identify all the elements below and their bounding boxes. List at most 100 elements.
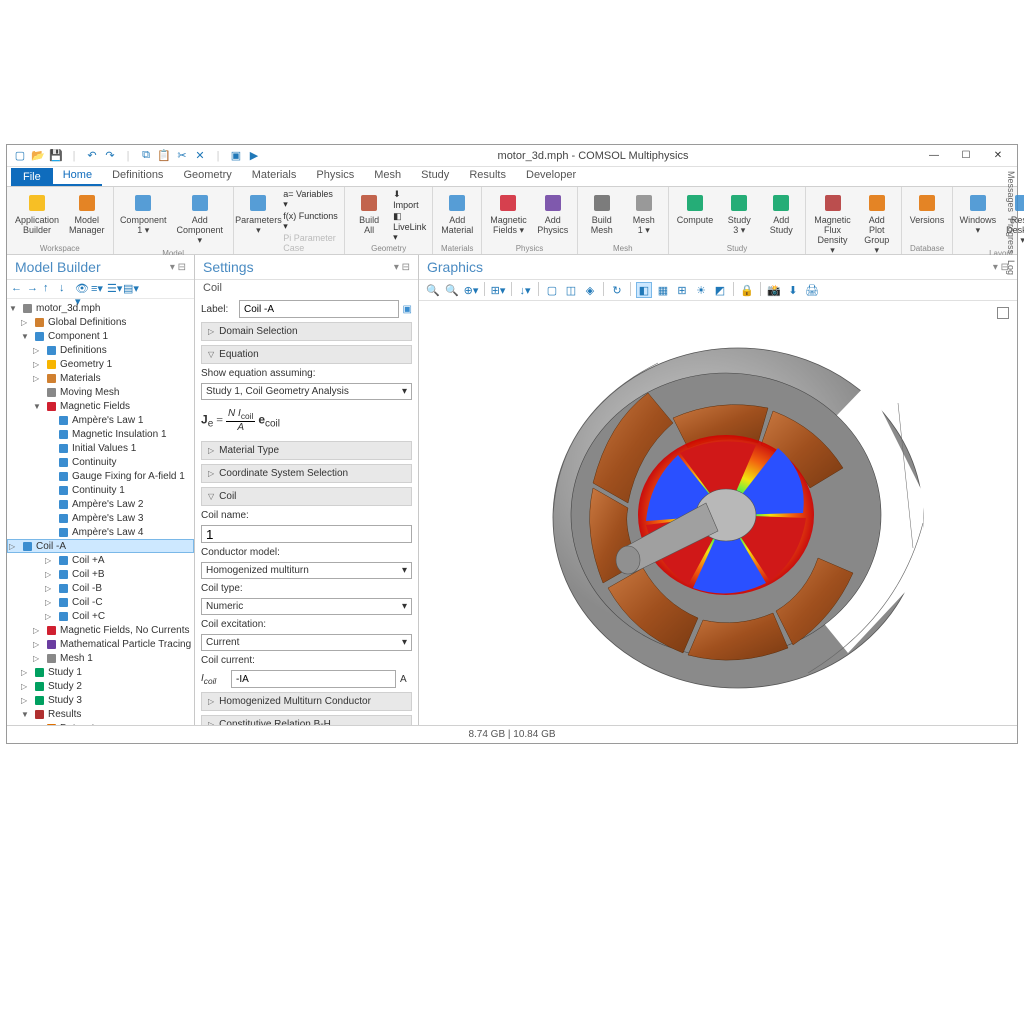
expand-icon[interactable]: ▼ — [9, 304, 18, 313]
tab-definitions[interactable]: Definitions — [102, 166, 173, 186]
ribbon-btn-study[interactable]: Study3 ▾ — [721, 189, 757, 238]
ribbon-btn-versions[interactable]: Versions — [908, 189, 947, 228]
tree-node-study-3[interactable]: ▷Study 3 — [7, 693, 194, 707]
tab-file[interactable]: File — [11, 168, 53, 186]
tab-geometry[interactable]: Geometry — [173, 166, 241, 186]
paste-icon[interactable]: 📋 — [157, 149, 171, 163]
coil-cur-input[interactable] — [231, 670, 396, 688]
conductor-dropdown[interactable]: Homogenized multiturn▾ — [201, 562, 412, 579]
panel-menu-icon[interactable]: ▾ ⊟ — [170, 262, 186, 273]
panel-menu-icon[interactable]: ▾ ⊟ — [394, 262, 410, 273]
open-icon[interactable]: 📂 — [31, 149, 45, 163]
tree-node-results[interactable]: ▼Results — [7, 707, 194, 721]
ribbon-btn-mesh[interactable]: Mesh1 ▾ — [626, 189, 662, 238]
undo-icon[interactable]: ↶ — [85, 149, 99, 163]
collapse-icon[interactable]: ≡▾ — [91, 282, 105, 296]
expand-icon[interactable]: ▷ — [33, 654, 42, 663]
show-icon[interactable]: 👁▾ — [75, 282, 89, 296]
tab-progress[interactable]: Progress — [1006, 218, 1016, 254]
coil-exc-dropdown[interactable]: Current▾ — [201, 634, 412, 651]
expand-icon[interactable]: ▼ — [33, 402, 42, 411]
tree-node-amp-re-s-law-2[interactable]: Ampère's Law 2 — [7, 497, 194, 511]
tree-node-coil-c[interactable]: ▷Coil +C — [7, 609, 194, 623]
study-dropdown[interactable]: Study 1, Coil Geometry Analysis▾ — [201, 383, 412, 400]
filter-icon[interactable]: ▤▾ — [123, 282, 137, 296]
ribbon-small-item[interactable]: Pi Parameter Case — [283, 233, 338, 253]
tree-node-geometry-1[interactable]: ▷Geometry 1 — [7, 357, 194, 371]
save-icon[interactable]: 💾 — [49, 149, 63, 163]
nav-down-icon[interactable]: ↓ — [59, 282, 73, 296]
tab-physics[interactable]: Physics — [306, 166, 364, 186]
expand-icon[interactable]: ▷ — [45, 598, 54, 607]
expand-icon[interactable]: ▷ — [33, 626, 42, 635]
tree-node-magnetic-insulation-1[interactable]: Magnetic Insulation 1 — [7, 427, 194, 441]
label-help-icon[interactable]: ▣ — [403, 304, 412, 315]
tree-node-continuity[interactable]: Continuity — [7, 455, 194, 469]
model-tree[interactable]: ▼motor_3d.mph▷Global Definitions▼Compone… — [7, 299, 194, 725]
tree-node-coil-b[interactable]: ▷Coil -B — [7, 581, 194, 595]
ribbon-btn-pi[interactable]: Parameters▾ — [240, 189, 278, 238]
expand-icon[interactable]: ▷ — [21, 318, 30, 327]
play-icon[interactable]: ▶ — [247, 149, 261, 163]
expand-icon[interactable]: ▷ — [33, 346, 42, 355]
tree-node-initial-values-1[interactable]: Initial Values 1 — [7, 441, 194, 455]
cut-icon[interactable]: ✂ — [175, 149, 189, 163]
clip-icon[interactable]: ◩ — [712, 282, 728, 298]
refresh-icon[interactable]: ↻ — [609, 282, 625, 298]
tree-node-amp-re-s-law-3[interactable]: Ampère's Law 3 — [7, 511, 194, 525]
expand-icon[interactable]: ▷ — [21, 682, 30, 691]
ribbon-btn-material[interactable]: AddMaterial — [439, 189, 475, 238]
expand-icon[interactable]: ▼ — [21, 332, 30, 341]
select3-icon[interactable]: ◈ — [582, 282, 598, 298]
tab-mesh[interactable]: Mesh — [364, 166, 411, 186]
tree-node-moving-mesh[interactable]: Moving Mesh — [7, 385, 194, 399]
select2-icon[interactable]: ◫ — [563, 282, 579, 298]
ribbon-btn-magnet[interactable]: MagneticFields ▾ — [488, 189, 529, 238]
minimize-button[interactable]: — — [919, 146, 949, 166]
label-input[interactable] — [239, 300, 399, 318]
tree-node-coil-b[interactable]: ▷Coil +B — [7, 567, 194, 581]
coord-section[interactable]: ▷Coordinate System Selection — [201, 464, 412, 483]
ribbon-small-item[interactable]: f(x) Functions ▾ — [283, 211, 338, 232]
tree-node-amp-re-s-law-4[interactable]: Ampère's Law 4 — [7, 525, 194, 539]
coil-name-input[interactable] — [201, 525, 412, 543]
coil-section[interactable]: ▽Coil — [201, 487, 412, 506]
ribbon-btn-windows[interactable]: Windows▾ — [959, 189, 996, 238]
ribbon-small-item[interactable]: ⬇ Import — [393, 189, 426, 210]
tree-node-continuity-1[interactable]: Continuity 1 — [7, 483, 194, 497]
expand-icon[interactable]: ▷ — [45, 612, 54, 621]
export-icon[interactable]: ⬇ — [785, 282, 801, 298]
hmc-section[interactable]: ▷Homogenized Multiturn Conductor — [201, 692, 412, 711]
ribbon-btn-add-phys[interactable]: AddPhysics — [535, 189, 571, 238]
ribbon-small-item[interactable]: ◧ LiveLink ▾ — [393, 211, 426, 243]
zoom-out-icon[interactable]: 🔍 — [444, 282, 460, 298]
tab-developer[interactable]: Developer — [516, 166, 586, 186]
expand-icon[interactable]: ▼ — [21, 710, 30, 719]
snapshot-icon[interactable]: 📸 — [766, 282, 782, 298]
tree-node-magnetic-fields-no-currents[interactable]: ▷Magnetic Fields, No Currents — [7, 623, 194, 637]
coil-type-dropdown[interactable]: Numeric▾ — [201, 598, 412, 615]
tree-node-definitions[interactable]: ▷Definitions — [7, 343, 194, 357]
print-icon[interactable]: 🖨 — [804, 282, 820, 298]
tab-home[interactable]: Home — [53, 166, 102, 186]
tree-node-global-definitions[interactable]: ▷Global Definitions — [7, 315, 194, 329]
new-icon[interactable]: ▢ — [13, 149, 27, 163]
expand-icon[interactable]: ▷ — [45, 556, 54, 565]
expand-icon[interactable]: ▷ — [21, 668, 30, 677]
build-icon[interactable]: ▣ — [229, 149, 243, 163]
equation-section[interactable]: ▽Equation — [201, 345, 412, 364]
close-button[interactable]: ✕ — [983, 146, 1013, 166]
view-xy-icon[interactable]: ⊞▾ — [490, 282, 506, 298]
expand-icon[interactable]: ☰▾ — [107, 282, 121, 296]
grid-icon[interactable]: ⊞ — [674, 282, 690, 298]
ribbon-btn-model-mgr[interactable]: ModelManager — [67, 189, 107, 238]
tree-node-mathematical-particle-tracing[interactable]: ▷Mathematical Particle Tracing — [7, 637, 194, 651]
nav-back-icon[interactable]: ← — [11, 282, 25, 296]
rotate-icon[interactable]: ↓▾ — [517, 282, 533, 298]
tree-node-materials[interactable]: ▷Materials — [7, 371, 194, 385]
tab-study[interactable]: Study — [411, 166, 459, 186]
expand-icon[interactable]: ▷ — [33, 374, 42, 383]
maximize-button[interactable]: ☐ — [951, 146, 981, 166]
axes-indicator-icon[interactable] — [997, 307, 1009, 319]
tree-node-coil-a[interactable]: ▷Coil +A — [7, 553, 194, 567]
